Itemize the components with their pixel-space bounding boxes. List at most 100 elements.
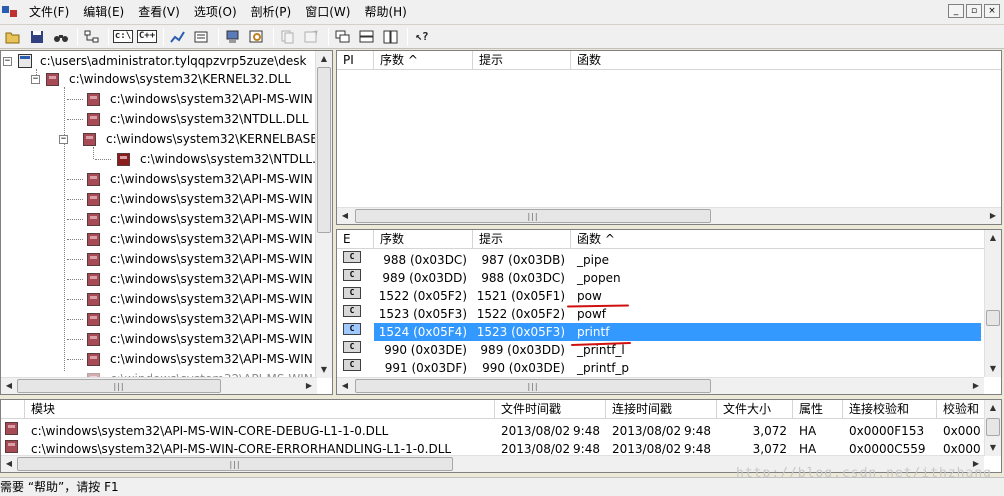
scroll-up-arrow-icon[interactable]: ▲ bbox=[316, 51, 332, 67]
scroll-up-arrow-icon[interactable]: ▲ bbox=[985, 230, 1001, 246]
tree-node[interactable]: c:\windows\system32\API-MS-WIN bbox=[67, 209, 313, 229]
tree-node-kernel32[interactable]: − c:\windows\system32\KERNEL32.DLL bbox=[31, 69, 291, 89]
cascade-button[interactable] bbox=[332, 27, 354, 47]
tree-node[interactable]: c:\windows\system32\API-MS-WIN bbox=[67, 189, 313, 209]
column-attributes[interactable]: 属性 bbox=[793, 400, 843, 419]
hierarchy-button[interactable] bbox=[81, 27, 103, 47]
minimize-button[interactable]: _ bbox=[948, 4, 964, 18]
column-hint[interactable]: 提示 bbox=[473, 230, 571, 249]
module-row[interactable]: c:\windows\system32\API-MS-WIN-CORE-DEBU… bbox=[1, 422, 985, 440]
module-button[interactable] bbox=[222, 27, 244, 47]
tree-node[interactable]: c:\windows\system32\API-MS-WIN bbox=[67, 229, 313, 249]
undecorate-cpp-button[interactable]: C++ bbox=[136, 27, 158, 47]
tree-node[interactable]: c:\windows\system32\API-MS-WIN bbox=[67, 349, 313, 369]
export-row-selected[interactable]: C 1524 (0x05F4) 1523 (0x05F3) printf bbox=[337, 323, 981, 341]
tile-vertical-button[interactable] bbox=[380, 27, 402, 47]
tree-node[interactable]: c:\windows\system32\NTDLL.DLL bbox=[67, 109, 309, 129]
tree-root[interactable]: − c:\users\administrator.tylqqpzvrp5zuze… bbox=[3, 51, 306, 71]
properties-button[interactable] bbox=[191, 27, 213, 47]
column-function[interactable]: 函数 ^ bbox=[571, 230, 983, 249]
scroll-left-arrow-icon[interactable]: ◀ bbox=[1, 378, 17, 394]
scroll-up-arrow-icon[interactable]: ▲ bbox=[985, 400, 1001, 416]
scroll-thumb[interactable]: ||| bbox=[17, 379, 221, 393]
menu-profile[interactable]: 剖析(P) bbox=[244, 1, 299, 23]
app-icon[interactable] bbox=[2, 4, 18, 20]
scroll-down-arrow-icon[interactable]: ▼ bbox=[316, 362, 332, 378]
tree-node[interactable]: c:\windows\system32\API-MS-WIN bbox=[67, 329, 313, 349]
collapse-toggle[interactable]: − bbox=[3, 56, 12, 66]
column-hint[interactable]: 提示 bbox=[473, 51, 571, 70]
menu-edit[interactable]: 编辑(E) bbox=[76, 1, 131, 23]
column-ordinal[interactable]: 序数 ^ bbox=[374, 51, 473, 70]
function-cell: _popen bbox=[577, 271, 621, 285]
export-row[interactable]: C 988 (0x03DC) 987 (0x03DB) _pipe bbox=[337, 251, 771, 269]
export-vertical-scrollbar[interactable]: ▲ ▼ bbox=[984, 230, 1001, 377]
menu-options[interactable]: 选项(O) bbox=[187, 1, 244, 23]
scroll-thumb[interactable]: ||| bbox=[355, 379, 711, 393]
scroll-thumb[interactable] bbox=[986, 310, 1000, 326]
scroll-left-arrow-icon[interactable]: ◀ bbox=[337, 208, 353, 224]
open-button[interactable] bbox=[2, 27, 24, 47]
context-help-button[interactable]: ↖? bbox=[411, 27, 433, 47]
profile-button[interactable] bbox=[167, 27, 189, 47]
export-row[interactable]: C 1523 (0x05F3) 1522 (0x05F2) powf bbox=[337, 305, 771, 323]
tree-node[interactable]: c:\windows\system32\API-MS-WIN bbox=[67, 169, 313, 189]
menu-help[interactable]: 帮助(H) bbox=[357, 1, 413, 23]
full-paths-button[interactable]: c:\ bbox=[112, 27, 134, 47]
column-module[interactable]: 模块 bbox=[25, 400, 495, 419]
tree-connector bbox=[67, 358, 83, 360]
scroll-thumb[interactable]: ||| bbox=[17, 457, 453, 471]
close-button[interactable]: × bbox=[984, 4, 1000, 18]
column-file-size[interactable]: 文件大小 bbox=[717, 400, 793, 419]
scroll-right-arrow-icon[interactable]: ▶ bbox=[968, 378, 984, 394]
tree-node[interactable]: c:\windows\system32\NTDLL.D bbox=[95, 149, 325, 169]
link-date-cell: 2013/08/02 bbox=[612, 424, 682, 438]
menu-window[interactable]: 窗口(W) bbox=[298, 1, 357, 23]
tree-vertical-scrollbar[interactable]: ▲ ▼ bbox=[315, 51, 332, 378]
column-file-timestamp[interactable]: 文件时间戳 bbox=[495, 400, 606, 419]
module-list[interactable]: 模块 文件时间戳 连接时间戳 文件大小 属性 连接校验和 校验和 c:\wind… bbox=[0, 399, 1002, 473]
column-pi[interactable]: PI bbox=[337, 51, 374, 70]
scroll-left-arrow-icon[interactable]: ◀ bbox=[1, 456, 17, 472]
export-row[interactable]: C 991 (0x03DF) 990 (0x03DE) _printf_p bbox=[337, 359, 771, 377]
column-ordinal[interactable]: 序数 bbox=[374, 230, 473, 249]
column-e[interactable]: E bbox=[337, 230, 374, 249]
tree-node[interactable]: c:\windows\system32\API-MS-WIN bbox=[67, 309, 313, 329]
scroll-down-arrow-icon[interactable]: ▼ bbox=[985, 440, 1001, 456]
scroll-left-arrow-icon[interactable]: ◀ bbox=[337, 378, 353, 394]
column-link-timestamp[interactable]: 连接时间戳 bbox=[606, 400, 717, 419]
view-module-button[interactable] bbox=[246, 27, 268, 47]
tree-node[interactable]: c:\windows\system32\API-MS-WIN bbox=[67, 269, 313, 289]
module-tree-pane[interactable]: − c:\users\administrator.tylqqpzvrp5zuze… bbox=[0, 50, 333, 395]
import-function-list[interactable]: PI 序数 ^ 提示 函数 ◀ ||| ▶ bbox=[336, 50, 1002, 225]
tree-horizontal-scrollbar[interactable]: ◀ ||| ▶ bbox=[1, 377, 317, 394]
scroll-thumb[interactable] bbox=[986, 418, 1000, 436]
scroll-thumb[interactable]: ||| bbox=[355, 209, 711, 223]
restore-button[interactable]: ▫ bbox=[966, 4, 982, 18]
scroll-right-arrow-icon[interactable]: ▶ bbox=[301, 378, 317, 394]
collapse-toggle[interactable]: − bbox=[31, 74, 40, 84]
tree-node[interactable]: c:\windows\system32\API-MS-WIN bbox=[67, 89, 313, 109]
collapse-toggle[interactable]: − bbox=[59, 134, 68, 144]
find-button[interactable] bbox=[50, 27, 72, 47]
tile-horizontal-button[interactable] bbox=[356, 27, 378, 47]
export-row[interactable]: C 1522 (0x05F2) 1521 (0x05F1) pow bbox=[337, 287, 771, 305]
scroll-thumb[interactable] bbox=[317, 67, 331, 233]
export-row[interactable]: C 990 (0x03DE) 989 (0x03DD) _printf_l bbox=[337, 341, 771, 359]
tree-node[interactable]: c:\windows\system32\API-MS-WIN bbox=[67, 249, 313, 269]
tree-node-kernelbase[interactable]: − c:\windows\system32\KERNELBASE bbox=[59, 129, 318, 149]
dll-icon bbox=[87, 332, 100, 346]
column-function[interactable]: 函数 bbox=[571, 51, 983, 70]
import-horizontal-scrollbar[interactable]: ◀ ||| ▶ bbox=[337, 207, 1001, 224]
tree-node[interactable]: c:\windows\system32\API-MS-WIN bbox=[67, 289, 313, 309]
export-function-list[interactable]: E 序数 提示 函数 ^ C 988 (0x03DC) 987 (0x03DB)… bbox=[336, 229, 1002, 395]
module-vertical-scrollbar[interactable]: ▲ ▼ bbox=[984, 400, 1001, 456]
export-horizontal-scrollbar[interactable]: ◀ ||| ▶ bbox=[337, 377, 984, 394]
menu-view[interactable]: 查看(V) bbox=[131, 1, 187, 23]
menu-file[interactable]: 文件(F) bbox=[22, 1, 76, 23]
scroll-right-arrow-icon[interactable]: ▶ bbox=[985, 208, 1001, 224]
scroll-down-arrow-icon[interactable]: ▼ bbox=[985, 361, 1001, 377]
column-link-checksum[interactable]: 连接校验和 bbox=[843, 400, 937, 419]
save-button[interactable] bbox=[26, 27, 48, 47]
export-row[interactable]: C 989 (0x03DD) 988 (0x03DC) _popen bbox=[337, 269, 771, 287]
